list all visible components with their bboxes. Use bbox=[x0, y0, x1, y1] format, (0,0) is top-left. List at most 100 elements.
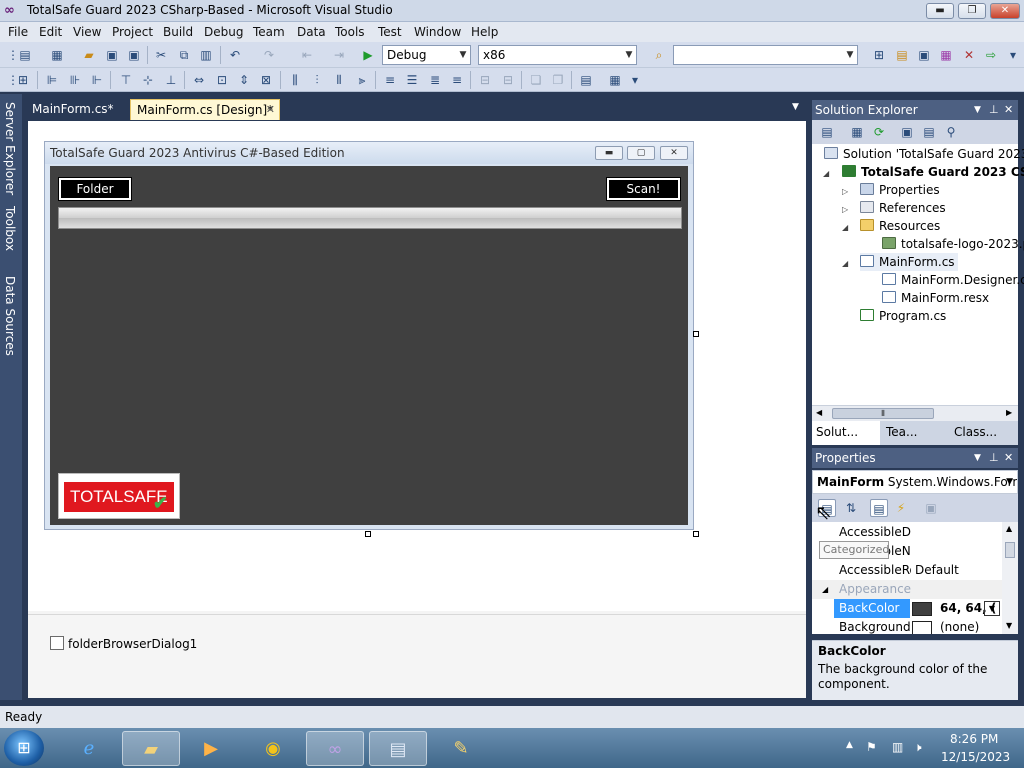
decrease-horizontal-spacing-icon[interactable]: ⫴ bbox=[330, 71, 348, 89]
clock-date[interactable]: 12/15/2023 bbox=[941, 750, 1010, 764]
find-combo[interactable]: ▼ bbox=[673, 45, 858, 65]
category-row[interactable]: ◢ Appearance bbox=[812, 580, 1002, 599]
designed-form[interactable]: TotalSafe Guard 2023 Antivirus C#-Based … bbox=[44, 141, 694, 530]
menu-edit[interactable]: Edit bbox=[39, 25, 62, 39]
close-button[interactable]: ✕ bbox=[990, 3, 1020, 19]
align-to-grid-icon[interactable]: ⊞ bbox=[14, 71, 32, 89]
menu-view[interactable]: View bbox=[73, 25, 101, 39]
expand-arrow-icon[interactable]: ◢ bbox=[842, 223, 848, 232]
paste-icon[interactable]: ▥ bbox=[197, 46, 215, 64]
increase-vertical-spacing-icon[interactable]: ☰ bbox=[403, 71, 421, 89]
tab-class-view[interactable]: Class... bbox=[954, 425, 997, 439]
horizontal-scrollbar[interactable]: ◀ ⦀ ▶ bbox=[812, 405, 1018, 421]
events-icon[interactable]: ⚡ bbox=[892, 499, 910, 517]
properties-view-icon[interactable]: ▤ bbox=[870, 499, 888, 517]
tab-order-icon[interactable]: ▤ bbox=[577, 71, 595, 89]
lock-controls-icon[interactable]: ▦ bbox=[606, 71, 624, 89]
tree-item-resources[interactable]: Resources bbox=[860, 217, 940, 235]
property-pages-icon[interactable]: ▣ bbox=[922, 499, 940, 517]
clock-time[interactable]: 8:26 PM bbox=[950, 732, 998, 746]
size-to-grid-icon[interactable]: ⊡ bbox=[213, 71, 231, 89]
server-explorer-tab[interactable]: Server Explorer bbox=[3, 102, 17, 195]
solution-configuration-dropdown[interactable]: Debug ▼ bbox=[382, 45, 471, 65]
tree-item-references[interactable]: References bbox=[860, 199, 946, 217]
start-debugging-icon[interactable]: ▶ bbox=[359, 46, 377, 64]
folder-button[interactable]: Folder bbox=[58, 177, 132, 201]
align-tops-icon[interactable]: ⊤ bbox=[117, 71, 135, 89]
extension-manager-icon[interactable]: ✕ bbox=[960, 46, 978, 64]
redo-icon[interactable]: ↷ bbox=[260, 46, 278, 64]
resize-handle[interactable] bbox=[693, 531, 699, 537]
make-same-width-icon[interactable]: ⇔ bbox=[190, 71, 208, 89]
tab-mainform-design[interactable]: MainForm.cs [Design]* ✕ bbox=[130, 99, 280, 120]
properties-window-icon[interactable]: ▤ bbox=[893, 46, 911, 64]
window-position-chevron-icon[interactable]: ▼ bbox=[974, 100, 981, 120]
close-panel-icon[interactable]: ✕ bbox=[1004, 448, 1013, 468]
pin-icon[interactable]: ⊥ bbox=[989, 448, 999, 468]
align-centers-icon[interactable]: ⊪ bbox=[66, 71, 84, 89]
collapse-arrow-icon[interactable]: ◢ bbox=[822, 580, 828, 599]
center-vertically-icon[interactable]: ⊟ bbox=[499, 71, 517, 89]
vertical-scrollbar[interactable]: ▲ ▼ bbox=[1002, 522, 1018, 634]
undo-icon[interactable]: ↶ bbox=[226, 46, 244, 64]
tree-item-solution[interactable]: Solution 'TotalSafe Guard 2023 C bbox=[824, 145, 1024, 163]
find-symbol-icon[interactable]: ⊞ bbox=[870, 46, 888, 64]
logo-picturebox[interactable]: TOTALSAFE ✔ bbox=[58, 473, 180, 519]
menu-window[interactable]: Window bbox=[414, 25, 461, 39]
tree-item-logo-file[interactable]: totalsafe-logo-2023.pi bbox=[882, 235, 1024, 253]
internet-explorer-icon[interactable]: ℯ bbox=[60, 731, 118, 766]
increase-horizontal-spacing-icon[interactable]: ⫶ bbox=[308, 71, 326, 89]
volume-icon[interactable]: 🕨 bbox=[914, 740, 922, 755]
collapse-arrow-icon[interactable]: ▷ bbox=[842, 187, 848, 196]
properties-icon[interactable]: ▤ bbox=[818, 123, 836, 141]
minimize-button[interactable]: ▬ bbox=[926, 3, 954, 19]
toolbar-options-icon[interactable]: ▾ bbox=[1004, 46, 1022, 64]
menu-team[interactable]: Team bbox=[253, 25, 285, 39]
close-panel-icon[interactable]: ✕ bbox=[1004, 100, 1013, 120]
align-lefts-icon[interactable]: ⊫ bbox=[43, 71, 61, 89]
horizontal-spacing-equal-icon[interactable]: ⫼ bbox=[286, 71, 304, 89]
designed-form-body[interactable]: Folder Scan! TOTALSAFE ✔ bbox=[50, 166, 688, 525]
scan-button[interactable]: Scan! bbox=[606, 177, 681, 201]
view-designer-icon[interactable]: ▤ bbox=[920, 123, 938, 141]
menu-file[interactable]: File bbox=[8, 25, 28, 39]
class-diagram-icon[interactable]: ⚲ bbox=[942, 123, 960, 141]
scroll-up-icon[interactable]: ▲ bbox=[1006, 524, 1012, 533]
menu-tools[interactable]: Tools bbox=[335, 25, 365, 39]
solution-platform-dropdown[interactable]: x86 ▼ bbox=[478, 45, 637, 65]
visual-studio-taskbar-icon[interactable]: ∞ bbox=[306, 731, 364, 766]
property-row[interactable]: AccessibleDe bbox=[812, 523, 1002, 542]
decrease-vertical-spacing-icon[interactable]: ≣ bbox=[426, 71, 444, 89]
toolbox-icon[interactable]: ▦ bbox=[937, 46, 955, 64]
property-value[interactable]: (none) bbox=[940, 618, 979, 634]
window-position-chevron-icon[interactable]: ▼ bbox=[974, 448, 981, 468]
open-file-icon[interactable]: ▰ bbox=[80, 46, 98, 64]
menu-data[interactable]: Data bbox=[297, 25, 326, 39]
vertical-spacing-equal-icon[interactable]: ≡ bbox=[381, 71, 399, 89]
menu-build[interactable]: Build bbox=[163, 25, 193, 39]
property-row-backcolor[interactable]: BackColor 64, 64, (▼ bbox=[812, 599, 1002, 618]
paint-icon[interactable]: ✎ bbox=[432, 731, 490, 766]
cut-icon[interactable]: ✂ bbox=[152, 46, 170, 64]
show-hidden-icons[interactable]: ▲ bbox=[846, 740, 853, 750]
remove-horizontal-spacing-icon[interactable]: ⫸ bbox=[353, 71, 371, 89]
make-same-height-icon[interactable]: ⇕ bbox=[235, 71, 253, 89]
start-page-icon[interactable]: ⇨ bbox=[982, 46, 1000, 64]
add-item-icon[interactable]: ▦ bbox=[48, 46, 66, 64]
scroll-down-icon[interactable]: ▼ bbox=[1006, 621, 1012, 630]
copy-icon[interactable]: ⧉ bbox=[175, 46, 193, 64]
center-horizontally-icon[interactable]: ⊟ bbox=[476, 71, 494, 89]
tab-mainform-code[interactable]: MainForm.cs* bbox=[26, 99, 120, 120]
pin-icon[interactable]: ⊥ bbox=[989, 100, 999, 120]
tab-team-explorer[interactable]: Tea... bbox=[886, 425, 917, 439]
refresh-icon[interactable]: ⟳ bbox=[870, 123, 888, 141]
toolbar-options-icon[interactable]: ▾ bbox=[626, 71, 644, 89]
toolbox-tab[interactable]: Toolbox bbox=[3, 206, 17, 251]
menu-project[interactable]: Project bbox=[112, 25, 153, 39]
menu-test[interactable]: Test bbox=[378, 25, 402, 39]
property-row[interactable]: BackgroundIr (none) bbox=[812, 618, 1002, 634]
folder-browser-dialog-component[interactable]: folderBrowserDialog1 bbox=[50, 636, 197, 651]
save-icon[interactable]: ▣ bbox=[103, 46, 121, 64]
tree-item-project[interactable]: TotalSafe Guard 2023 CShar bbox=[842, 163, 1024, 181]
tree-item-mainform[interactable]: MainForm.cs bbox=[860, 253, 958, 271]
